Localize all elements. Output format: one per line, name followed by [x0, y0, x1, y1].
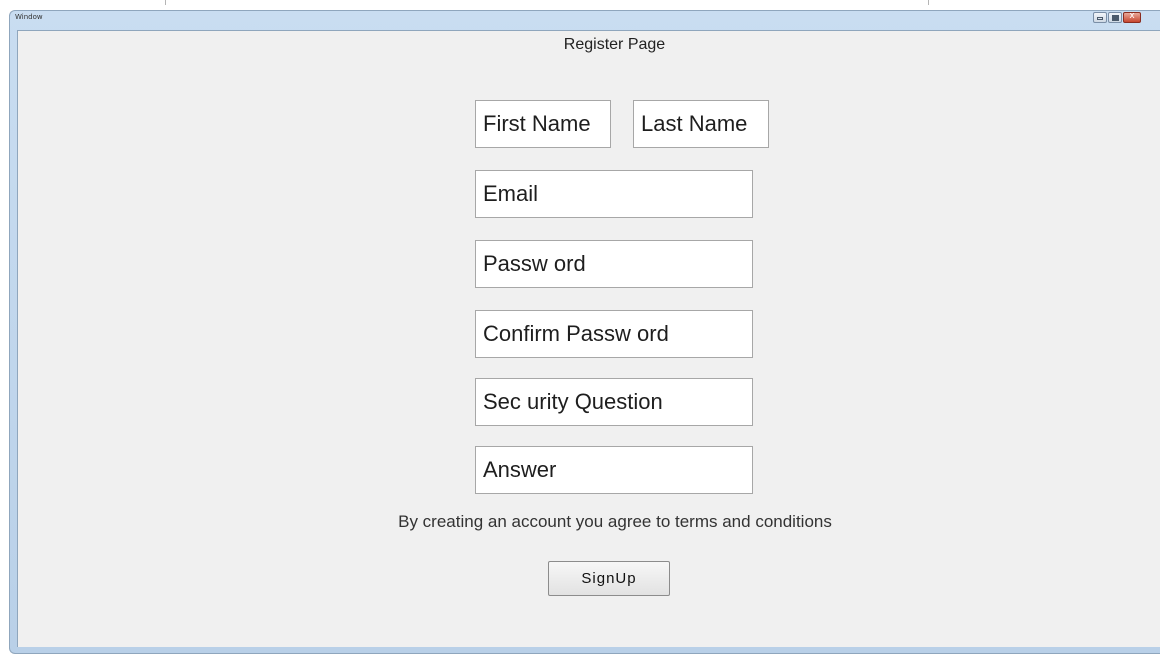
terms-text: By creating an account you agree to term…	[398, 512, 832, 531]
close-icon: x	[1129, 11, 1135, 21]
first-name-placeholder: First Name	[483, 111, 591, 136]
password-placeholder: Passw ord	[483, 251, 586, 276]
window-controls: x	[1093, 11, 1141, 23]
signup-button-label: SignUp	[581, 570, 637, 587]
close-button[interactable]: x	[1123, 11, 1141, 23]
password-field[interactable]: Passw ord	[475, 240, 753, 288]
confirm-password-field[interactable]: Confirm Passw ord	[475, 310, 753, 358]
minimize-button[interactable]	[1093, 12, 1107, 23]
minimize-icon	[1097, 17, 1103, 20]
page-title: Register Page	[563, 36, 666, 53]
maximize-icon	[1112, 15, 1119, 21]
maximize-button[interactable]	[1108, 12, 1122, 23]
signup-button[interactable]: SignUp	[548, 561, 670, 596]
title-bar[interactable]: Window x	[10, 11, 1160, 31]
email-placeholder: Email	[483, 181, 539, 206]
first-name-field[interactable]: First Name	[475, 100, 611, 148]
ruler-tick	[928, 0, 929, 5]
ruler-tick	[165, 0, 166, 5]
confirm-password-placeholder: Confirm Passw ord	[483, 321, 669, 346]
security-question-field[interactable]: Sec urity Question	[475, 378, 753, 426]
answer-field[interactable]: Answer	[475, 446, 753, 494]
window-title: Window	[15, 13, 43, 21]
answer-placeholder: Answer	[483, 457, 557, 482]
security-question-placeholder: Sec urity Question	[483, 389, 663, 414]
last-name-placeholder: Last Name	[641, 111, 748, 136]
last-name-field[interactable]: Last Name	[633, 100, 769, 148]
email-field[interactable]: Email	[475, 170, 753, 218]
